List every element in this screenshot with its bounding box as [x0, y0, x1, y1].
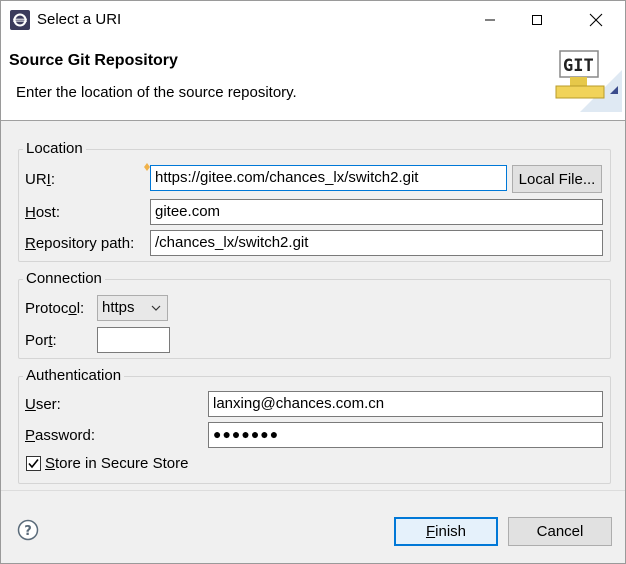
protocol-label: Protocol: [25, 300, 85, 317]
connection-group-label: Connection [23, 270, 105, 287]
cancel-button[interactable]: Cancel [508, 517, 612, 546]
finish-button-label: Finish [425, 523, 467, 540]
repository-path-input[interactable]: /chances_lx/switch2.git [150, 230, 603, 256]
user-input[interactable]: lanxing@chances.com.cn [208, 391, 603, 417]
chevron-down-icon [151, 305, 161, 311]
eclipse-app-icon [10, 10, 30, 30]
minimize-icon [485, 19, 495, 21]
location-group-label: Location [23, 140, 86, 157]
page-title: Source Git Repository [9, 52, 178, 69]
maximize-icon [532, 15, 542, 25]
git-banner-text: GIT [563, 56, 594, 76]
finish-button[interactable]: Finish [394, 517, 498, 546]
uri-input[interactable]: https://gitee.com/chances_lx/switch2.git [150, 165, 507, 191]
title-bar: Select a URI [1, 1, 625, 39]
footer-separator [1, 490, 625, 491]
git-banner-icon: GIT [550, 46, 622, 112]
port-label: Port: [25, 332, 57, 349]
store-secure-label: Store in Secure Store [45, 455, 189, 472]
local-file-button[interactable]: Local File... [512, 165, 602, 193]
port-input[interactable] [97, 327, 170, 353]
password-input[interactable]: ●●●●●●● [208, 422, 603, 448]
store-secure-checkbox[interactable] [26, 456, 41, 471]
maximize-button[interactable] [514, 1, 560, 39]
repository-path-label: Repository path: [25, 235, 135, 252]
protocol-select[interactable]: https [97, 295, 168, 321]
protocol-select-value: https [102, 299, 135, 316]
help-icon[interactable]: ? [17, 519, 39, 541]
minimize-button[interactable] [467, 1, 513, 39]
checkmark-icon [28, 459, 39, 469]
host-label: Host: [25, 204, 61, 221]
close-icon [589, 13, 603, 27]
uri-label: URI: [25, 171, 56, 188]
svg-text:?: ? [24, 524, 32, 539]
password-label: Password: [25, 427, 96, 444]
user-label: User: [25, 396, 61, 413]
dialog-window: Select a URI Source Git Repository Enter… [0, 0, 626, 564]
page-description: Enter the location of the source reposit… [16, 84, 297, 101]
wizard-header: Source Git Repository Enter the location… [1, 39, 625, 121]
host-input[interactable]: gitee.com [150, 199, 603, 225]
window-title: Select a URI [37, 11, 122, 28]
close-button[interactable] [573, 1, 619, 39]
authentication-group-label: Authentication [23, 367, 125, 384]
